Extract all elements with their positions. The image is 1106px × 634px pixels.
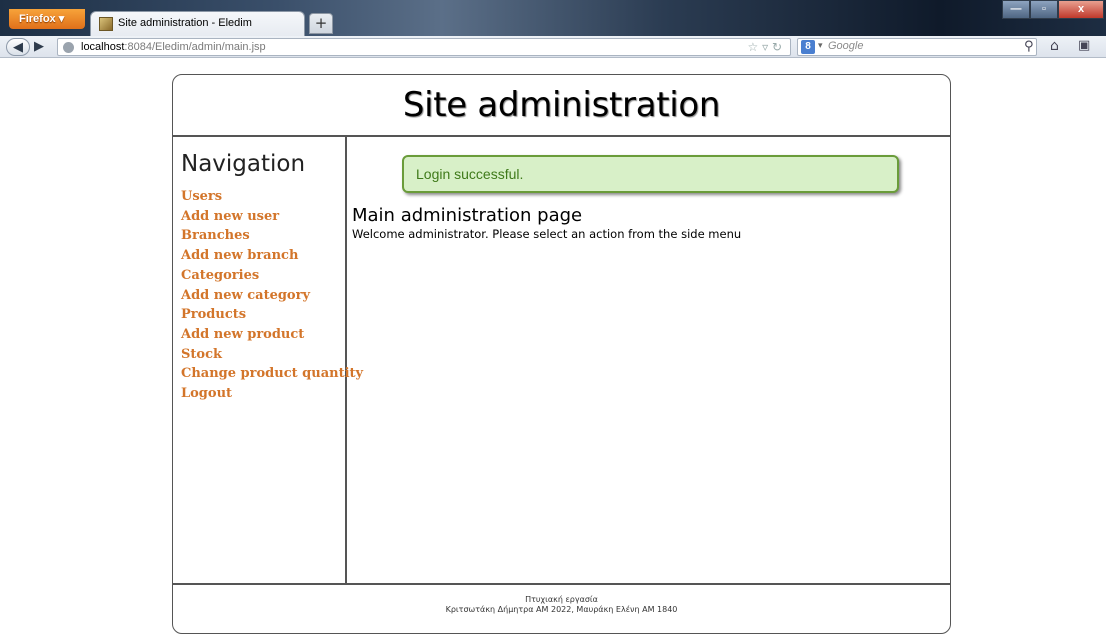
footer-line-1: Πτυχιακή εργασία [525,595,598,604]
nav-link-add-new-user[interactable]: Add new user [181,207,345,227]
page-footer: Πτυχιακή εργασία Κριτσωτάκη Δήμητρα ΑΜ 2… [173,583,950,633]
main-content: Login successful. Main administration pa… [347,137,950,583]
bookmark-star-icon[interactable]: ☆ ▿ ↻ [748,40,782,54]
sidebar: Navigation Users Add new user Branches A… [173,137,363,583]
welcome-text: Welcome administrator. Please select an … [352,227,742,241]
firefox-menu-button[interactable]: Firefox ▾ [9,9,85,29]
url-text: localhost:8084/Eledim/admin/main.jsp [81,41,266,53]
nav-link-products[interactable]: Products [181,305,345,325]
nav-link-change-product-quantity[interactable]: Change product quantity [181,364,363,384]
search-icon[interactable]: ⚲ [1024,39,1034,54]
success-alert: Login successful. [402,155,899,193]
admin-page: Site administration Navigation Users Add… [172,74,951,634]
back-arrow-icon[interactable]: ◀ [6,38,30,56]
main-heading: Main administration page [352,205,583,226]
close-icon[interactable]: x [1058,0,1104,19]
navigation-list: Users Add new user Branches Add new bran… [181,187,363,404]
search-engine-dropdown-icon[interactable]: ▾ [818,41,823,51]
navigation-title: Navigation [181,151,306,177]
forward-arrow-icon[interactable]: ▶ [31,38,47,56]
browser-titlebar: Firefox ▾ Site administration - Eledim +… [0,0,1106,36]
page-header: Site administration [173,75,950,137]
nav-link-logout[interactable]: Logout [181,384,345,404]
search-engine-icon[interactable]: 8 [801,40,815,54]
footer-line-2: Κριτσωτάκη Δήμητρα ΑΜ 2022, Μαυράκη Ελέν… [445,605,678,614]
nav-link-add-new-category[interactable]: Add new category [181,286,345,306]
search-placeholder: Google [828,40,864,52]
url-bar[interactable]: localhost:8084/Eledim/admin/main.jsp ☆ ▿… [57,38,791,56]
minimize-icon[interactable]: — [1002,0,1030,19]
tab-site-administration[interactable]: Site administration - Eledim [90,11,305,36]
nav-link-stock[interactable]: Stock [181,345,345,365]
maximize-icon[interactable]: ▫ [1030,0,1058,19]
nav-link-add-new-product[interactable]: Add new product [181,325,345,345]
nav-link-add-new-branch[interactable]: Add new branch [181,246,345,266]
new-tab-button[interactable]: + [309,13,333,34]
browser-navbar: ◀ ▶ localhost:8084/Eledim/admin/main.jsp… [0,36,1106,58]
window-controls: — ▫ x [1002,0,1104,19]
bookmarks-icon[interactable]: ▣ [1078,38,1090,53]
nav-link-categories[interactable]: Categories [181,266,345,286]
home-icon[interactable]: ⌂ [1050,38,1059,54]
favicon-icon [99,17,113,31]
nav-link-branches[interactable]: Branches [181,226,345,246]
tab-title: Site administration - Eledim [118,17,252,29]
search-bar[interactable]: 8 ▾ Google [797,38,1037,56]
globe-icon [63,42,74,53]
page-title: Site administration [402,85,721,125]
content-row: Navigation Users Add new user Branches A… [173,137,950,583]
nav-link-users[interactable]: Users [181,187,345,207]
